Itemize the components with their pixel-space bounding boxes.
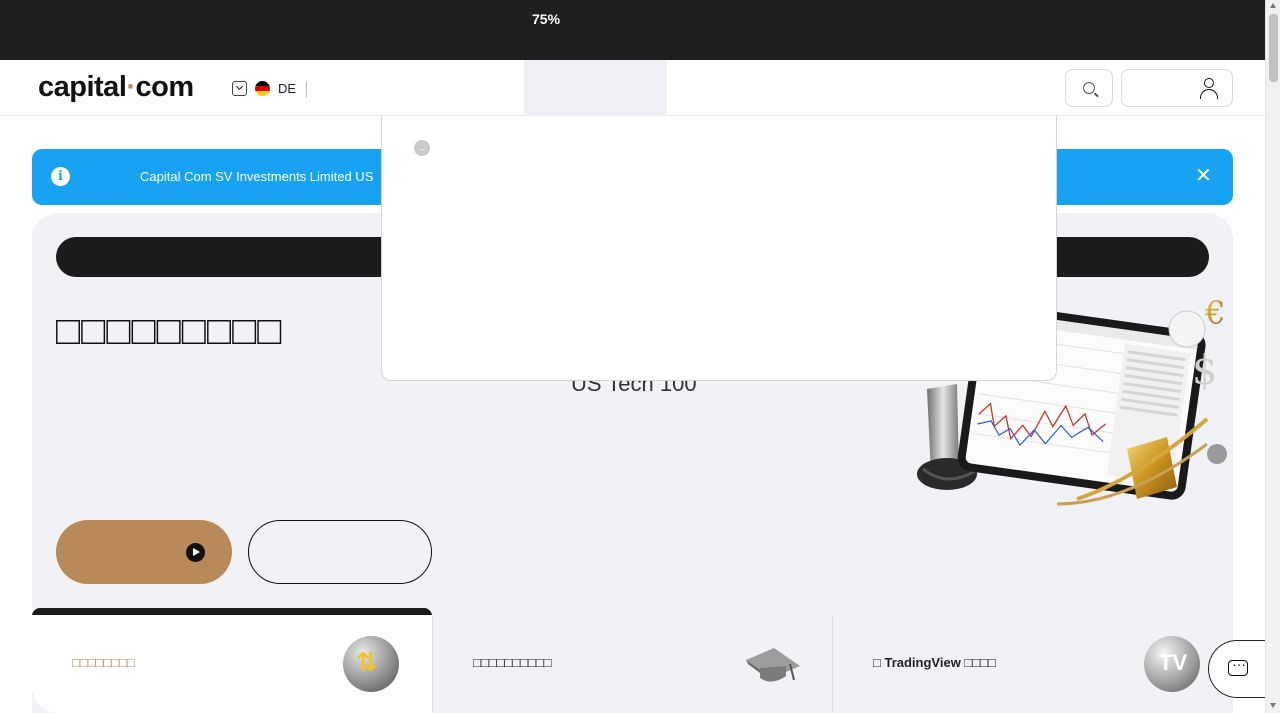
graduation-cap-icon (746, 648, 800, 682)
arrow-right-icon[interactable]: → (414, 140, 430, 156)
germany-flag-icon (255, 81, 270, 96)
feature-card-label: □ TradingView □□□□ (873, 655, 996, 670)
scrollbar-thumb[interactable] (1269, 14, 1278, 82)
feature-card-trading[interactable]: □□□□□□□□ ⇅ (32, 615, 432, 713)
feature-card-education[interactable]: □□□□□□□□□□ (432, 615, 832, 713)
scroll-up-icon[interactable] (1270, 3, 1276, 8)
site-header: capital·com DE (0, 60, 1265, 116)
top-status-bar: 75% (0, 0, 1265, 60)
user-icon-body (1200, 89, 1218, 99)
page: 75% capital·com DE i Capital Com SV Inve… (0, 0, 1268, 713)
nav-item-active[interactable] (524, 60, 667, 116)
tradingview-glyph: TV (1159, 650, 1188, 675)
logo[interactable]: capital·com (38, 71, 194, 104)
chat-button[interactable] (1208, 640, 1268, 698)
chat-bubble-icon (1228, 656, 1248, 676)
feature-card-label: □□□□□□□□ (72, 655, 135, 670)
language-selector[interactable]: DE (232, 80, 308, 97)
label-tradingview: TradingView (884, 655, 961, 670)
search-icon-handle (1094, 92, 1099, 98)
feature-card-tradingview[interactable]: □ TradingView □□□□ TV (832, 615, 1232, 713)
play-icon (186, 543, 205, 562)
svg-text:€: € (1204, 294, 1225, 332)
primary-cta-button[interactable] (56, 520, 232, 584)
search-button[interactable] (1065, 69, 1113, 107)
divider (306, 80, 308, 97)
label-prefix: □ (873, 655, 885, 670)
info-icon: i (51, 167, 70, 186)
language-code: DE (278, 81, 297, 96)
arrows-glyph: ⇅ (356, 647, 378, 677)
svg-text:$: $ (1192, 348, 1217, 394)
banner-text: Capital Com SV Investments Limited US (140, 169, 374, 184)
vertical-scrollbar[interactable] (1265, 0, 1280, 713)
logo-dot: · (126, 71, 136, 103)
hero-title: □□□□□□□□□ (56, 309, 283, 353)
close-icon[interactable]: ✕ (1195, 165, 1212, 187)
arrows-up-down-icon: ⇅ (343, 636, 399, 692)
label-suffix: □□□□ (960, 655, 996, 670)
scroll-down-icon[interactable] (1270, 703, 1276, 708)
chevron-down-icon (232, 81, 247, 96)
feature-cards: □□□□□□□□ ⇅ □□□□□□□□□□ □ TradingView □□□□… (32, 615, 1233, 713)
tradingview-icon: TV (1144, 636, 1200, 692)
account-button[interactable] (1121, 69, 1233, 107)
zoom-level: 75% (532, 11, 561, 27)
user-icon (1204, 78, 1214, 88)
secondary-cta-button[interactable] (248, 520, 432, 584)
logo-text: capital (38, 71, 127, 103)
logo-text-suffix: com (135, 71, 195, 103)
search-icon (1083, 82, 1095, 94)
feature-card-label: □□□□□□□□□□ (473, 655, 552, 670)
nav-dropdown-panel: → (381, 116, 1057, 381)
